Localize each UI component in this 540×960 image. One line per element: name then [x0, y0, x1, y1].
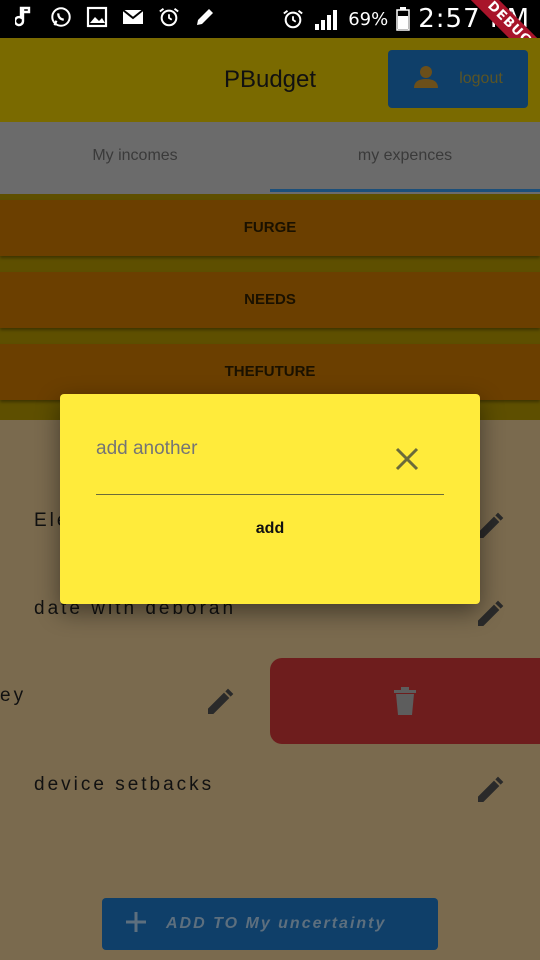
add-button[interactable]: add	[60, 520, 480, 538]
app-bar: PBudget logout	[0, 38, 540, 122]
plus-icon	[124, 910, 148, 939]
list-item-swiped[interactable]: ey	[0, 658, 270, 746]
image-icon	[86, 6, 108, 28]
close-icon[interactable]	[394, 446, 420, 472]
list-item[interactable]: device setbacks	[0, 746, 540, 834]
alarm-icon	[158, 6, 180, 28]
item-label: device setbacks	[34, 774, 215, 795]
edit-icon	[194, 6, 216, 28]
item-label: ey	[0, 685, 27, 706]
tab-bar: My incomes my expences	[0, 122, 540, 194]
add-another-input[interactable]	[96, 438, 396, 460]
battery-icon	[396, 7, 410, 31]
music-note-icon	[14, 6, 36, 28]
mail-icon	[122, 6, 144, 28]
category-furge[interactable]: FURGE	[0, 200, 540, 256]
signal-icon	[312, 8, 340, 30]
pencil-icon[interactable]	[474, 774, 506, 806]
category-list: FURGE NEEDS THEFUTURE	[0, 194, 540, 420]
add-dialog: add	[60, 394, 480, 604]
add-to-category-button[interactable]: ADD TO My uncertainty	[102, 898, 438, 950]
trash-icon[interactable]	[392, 686, 418, 716]
category-needs[interactable]: NEEDS	[0, 272, 540, 328]
whatsapp-icon	[50, 6, 72, 28]
swipe-delete-background[interactable]	[270, 658, 540, 744]
logout-label: logout	[459, 70, 503, 87]
tab-my-incomes[interactable]: My incomes	[0, 122, 270, 194]
person-icon	[413, 64, 439, 95]
status-bar: 69% 2:57 PM DEBUG	[0, 0, 540, 78]
category-thefuture[interactable]: THEFUTURE	[0, 344, 540, 400]
tab-my-expences[interactable]: my expences	[270, 122, 540, 194]
alarm-icon	[282, 8, 304, 30]
input-underline	[96, 494, 444, 495]
add-button-label: ADD TO My uncertainty	[166, 915, 387, 932]
pencil-icon[interactable]	[204, 686, 236, 718]
logout-button[interactable]: logout	[388, 50, 528, 108]
battery-percent: 69%	[348, 8, 389, 30]
